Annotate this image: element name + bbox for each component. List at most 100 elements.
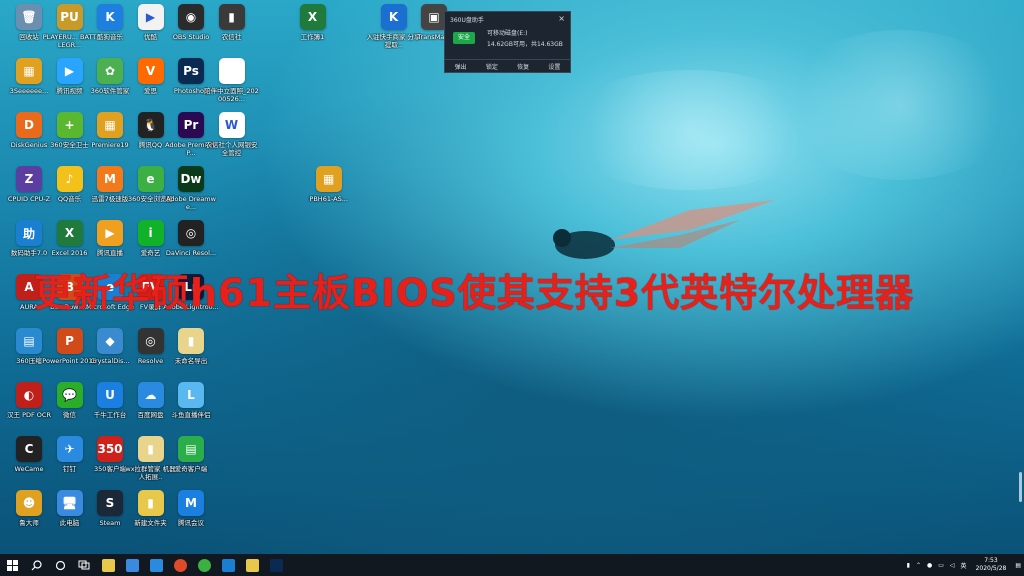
desktop-icon[interactable]: L 斗鱼直播伴侣 [163, 382, 219, 436]
desktop-icon[interactable]: ▮ 未命名导出 [163, 328, 219, 382]
chrome-icon [173, 558, 187, 572]
desktop-icon-label: 腾讯会议 [178, 519, 204, 527]
clock-date: 2020/5/28 [975, 565, 1007, 572]
usb-helper-popup: 360U盘助手 × 安全 可移动磁盘(E:) 14.62GB可用，共14.63G… [444, 11, 571, 73]
windows-start-icon[interactable] [0, 554, 24, 576]
input-method[interactable]: 英 [961, 561, 967, 570]
app-icon: K [380, 4, 407, 30]
app-icon: ◎ [137, 328, 164, 354]
360-browser-taskbar-icon[interactable] [192, 554, 216, 576]
lock-button[interactable]: 锁定 [486, 62, 498, 71]
app-icon: ✈ [56, 436, 83, 462]
battery-icon[interactable]: ▮ [907, 562, 910, 569]
app-icon: ☁ [137, 382, 164, 408]
drive-capacity: 14.62GB可用，共14.63GB [487, 41, 563, 48]
volume-icon[interactable]: ◁ [950, 562, 955, 569]
app-icon: ◎ [178, 220, 204, 246]
app-icon: ▦ [16, 58, 42, 84]
mail-taskbar-icon[interactable] [144, 554, 168, 576]
app-icon: 350 [97, 436, 123, 462]
app-icon: e [137, 166, 164, 192]
app-icon: PU [56, 4, 83, 30]
chrome-taskbar-icon[interactable] [168, 554, 192, 576]
app-icon: ☻ [16, 490, 42, 516]
network-icon[interactable]: ▭ [938, 562, 944, 569]
file-explorer-taskbar-icon[interactable] [96, 554, 120, 576]
app-icon [218, 58, 245, 84]
app-icon: ▦ [315, 166, 342, 192]
desktop-icon[interactable]: W 农信社个人网银安全管控 [204, 112, 260, 166]
settings-button[interactable]: 设置 [548, 62, 560, 71]
app-icon: ▮ [218, 4, 245, 30]
app-icon: Dw [178, 166, 204, 192]
desktop-icon-label: 农信社 [221, 33, 242, 41]
task-view-icon[interactable] [72, 554, 96, 576]
clock[interactable]: 7:53 2020/5/28 [976, 557, 1007, 573]
app-icon: X [299, 4, 326, 30]
water-light [560, 70, 820, 190]
app-icon: ◆ [97, 328, 123, 354]
desktop-icon[interactable]: Dw Adobe Dreamwe... [163, 166, 219, 220]
system-tray: ▮ ⌃ ● ▭ ◁ 英 7:53 2020/5/28 ▤ [904, 554, 1024, 576]
search-icon[interactable] [24, 554, 48, 576]
app-icon: ▶ [137, 4, 164, 30]
chevron-up-icon[interactable]: ⌃ [916, 562, 921, 569]
app-icon: M [97, 166, 123, 192]
app-icon: Ps [178, 58, 204, 84]
app-icon: D [16, 112, 42, 138]
app-icon: 💬 [56, 382, 83, 408]
desktop-icon[interactable]: ▮ 农信社 [204, 4, 260, 58]
app-icon: W [218, 112, 245, 138]
app-icon: 🐧 [137, 112, 164, 138]
drive-name: 可移动磁盘(E:) [487, 30, 528, 37]
desktop-icon[interactable]: 陪伴中立面照_20200526... [204, 58, 260, 112]
app-icon: ▮ [137, 490, 164, 516]
desktop-icon-label: PBH61-AS... [309, 195, 348, 203]
restore-button[interactable]: 恢复 [517, 62, 529, 71]
store-taskbar-icon[interactable] [120, 554, 144, 576]
taskbar: ▮ ⌃ ● ▭ ◁ 英 7:53 2020/5/28 ▤ [0, 554, 1024, 576]
app-icon: L [178, 382, 204, 408]
app-icon: 🗑 [16, 4, 42, 30]
explorer-window-taskbar-icon[interactable] [240, 554, 264, 576]
desktop-icon-label: 爱奇客户端 [174, 465, 208, 473]
eject-button[interactable]: 弹出 [455, 62, 467, 71]
photoshop-taskbar-icon[interactable] [264, 554, 288, 576]
app-icon: ▮ [137, 436, 164, 462]
desktop-icon[interactable]: ▤ 爱奇客户端 [163, 436, 219, 490]
mail-icon [149, 558, 163, 572]
app-icon: M [178, 490, 204, 516]
360-browser-icon [197, 558, 211, 572]
scrollbar[interactable] [1019, 472, 1022, 502]
tray-app-icon[interactable]: ● [927, 562, 932, 569]
edge-taskbar-icon[interactable] [216, 554, 240, 576]
desktop-icon[interactable]: M 腾讯会议 [163, 490, 219, 544]
notification-icon[interactable]: ▤ [1015, 562, 1021, 569]
desktop-icon[interactable]: X 工作簿1 [285, 4, 341, 58]
app-icon: 🖥 [56, 490, 83, 516]
app-icon: ▮ [178, 328, 204, 354]
app-icon: X [56, 220, 83, 246]
app-icon: i [137, 220, 164, 246]
app-icon: ✿ [97, 58, 123, 84]
app-icon: C [16, 436, 42, 462]
close-icon[interactable]: × [558, 14, 565, 23]
file-explorer-icon [101, 558, 115, 572]
app-icon: ▶ [97, 220, 123, 246]
pinned-apps [96, 554, 288, 576]
app-icon: ♪ [56, 166, 83, 192]
cortana-icon[interactable] [48, 554, 72, 576]
clock-time: 7:53 [984, 557, 998, 564]
app-icon: ▤ [178, 436, 204, 462]
popup-actions: 弹出 锁定 恢复 设置 [445, 59, 570, 72]
desktop-icon[interactable]: ▦ PBH61-AS... [301, 166, 357, 220]
store-icon [125, 558, 139, 572]
app-icon: U [97, 382, 123, 408]
app-icon: + [56, 112, 83, 138]
app-icon: Z [16, 166, 42, 192]
safe-badge: 安全 [453, 32, 475, 44]
app-icon: ◉ [178, 4, 204, 30]
desktop-icon-label: 未命名导出 [174, 357, 208, 365]
app-icon: ◐ [16, 382, 42, 408]
desktop-icon-label: 农信社个人网银安全管控 [205, 141, 258, 157]
